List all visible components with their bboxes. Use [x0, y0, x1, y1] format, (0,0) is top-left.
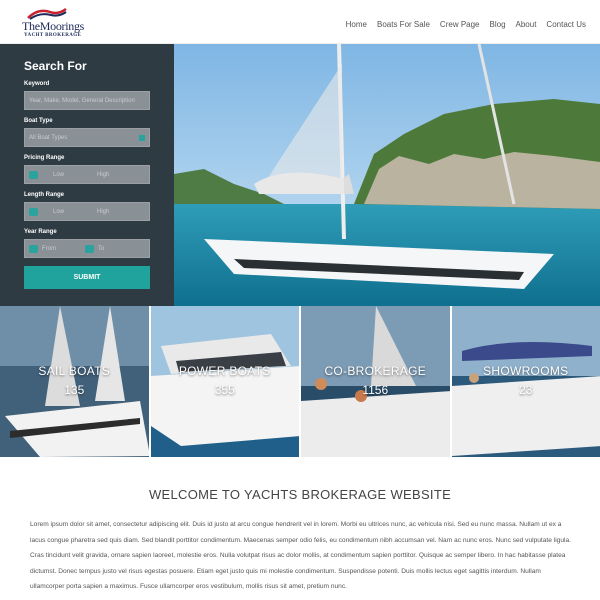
- ruler-icon: [29, 208, 38, 216]
- welcome-body: Lorem ipsum dolor sit amet, consectetur …: [30, 521, 571, 591]
- showrooms-image: [451, 306, 600, 457]
- category-title: POWER BOATS: [178, 364, 271, 378]
- length-range-field[interactable]: Low High: [24, 202, 150, 221]
- flag-logo-icon: [27, 7, 67, 20]
- category-count: 1156: [362, 383, 389, 397]
- nav-blog[interactable]: Blog: [490, 20, 506, 29]
- category-title: CO-BROKERAGE: [324, 364, 427, 378]
- year-from[interactable]: From: [42, 246, 56, 252]
- search-panel: Search For Keyword Year, Make, Model, Ge…: [0, 44, 174, 306]
- nav-crew-page[interactable]: Crew Page: [440, 20, 480, 29]
- year-to[interactable]: To: [98, 246, 104, 252]
- main-nav: Home Boats For Sale Crew Page Blog About…: [336, 20, 586, 29]
- hero-section: Search For Keyword Year, Make, Model, Ge…: [0, 44, 600, 306]
- category-count: 23: [519, 383, 533, 397]
- keyword-placeholder: Year, Make, Model, General Description: [29, 98, 135, 104]
- submit-button[interactable]: SUBMIT: [24, 266, 150, 289]
- sail-boat-image: [0, 306, 149, 457]
- category-showrooms[interactable]: SHOWROOMS 23: [451, 306, 600, 457]
- category-tiles: SAIL BOATS 135 POWER BOATS 355 CO-BROKER…: [0, 306, 600, 457]
- nav-home[interactable]: Home: [346, 20, 367, 29]
- calendar-icon: [29, 245, 38, 253]
- co-brokerage-image: [301, 306, 450, 457]
- hero-yacht-image: [174, 44, 600, 306]
- boat-type-label: Boat Type: [24, 118, 53, 124]
- logo-name: TheMoorings: [22, 19, 85, 33]
- brand-logo[interactable]: TheMoorings YACHT BROKERAGE: [22, 6, 85, 38]
- logo-subtitle: YACHT BROKERAGE: [24, 33, 82, 38]
- chevron-down-icon: [139, 135, 145, 141]
- welcome-section: WELCOME TO YACHTS BROKERAGE WEBSITE Lore…: [0, 457, 600, 600]
- year-range-field[interactable]: From To: [24, 239, 150, 258]
- keyword-input[interactable]: Year, Make, Model, General Description: [24, 91, 150, 110]
- boat-type-select[interactable]: All Boat Types: [24, 128, 150, 147]
- calendar-icon: [85, 245, 94, 253]
- boat-type-value: All Boat Types: [29, 135, 68, 141]
- dollar-icon: [29, 171, 38, 179]
- power-boat-image: [150, 306, 299, 457]
- site-header: TheMoorings YACHT BROKERAGE Home Boats F…: [0, 0, 600, 44]
- category-power-boats[interactable]: POWER BOATS 355: [150, 306, 299, 457]
- year-range-label: Year Range: [24, 229, 57, 235]
- category-count: 355: [214, 383, 235, 397]
- category-co-brokerage[interactable]: CO-BROKERAGE 1156: [301, 306, 450, 457]
- category-title: SAIL BOATS: [38, 364, 111, 378]
- search-title: Search For: [24, 59, 87, 73]
- category-count: 135: [64, 383, 85, 397]
- length-low[interactable]: Low: [53, 209, 64, 215]
- category-title: SHOWROOMS: [483, 364, 569, 378]
- pricing-high[interactable]: High: [97, 172, 109, 178]
- pricing-range-field[interactable]: Low High: [24, 165, 150, 184]
- nav-about[interactable]: About: [516, 20, 537, 29]
- category-sail-boats[interactable]: SAIL BOATS 135: [0, 306, 149, 457]
- pricing-range-label: Pricing Range: [24, 155, 65, 161]
- pricing-low[interactable]: Low: [53, 172, 64, 178]
- nav-boats-for-sale[interactable]: Boats For Sale: [377, 20, 430, 29]
- length-high[interactable]: High: [97, 209, 109, 215]
- welcome-title: WELCOME TO YACHTS BROKERAGE WEBSITE: [148, 487, 452, 502]
- length-range-label: Length Range: [24, 192, 64, 198]
- keyword-label: Keyword: [24, 81, 50, 87]
- nav-contact-us[interactable]: Contact Us: [546, 20, 586, 29]
